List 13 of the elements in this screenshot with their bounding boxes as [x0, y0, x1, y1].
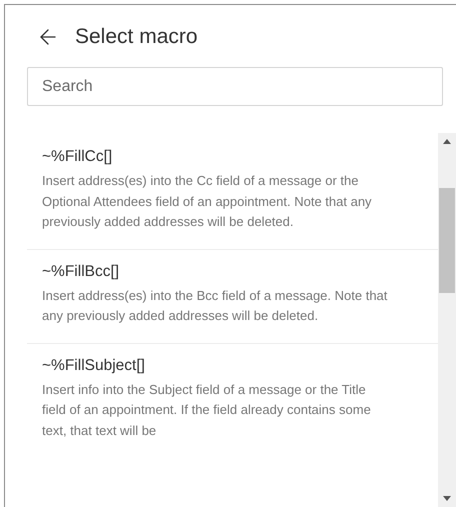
macro-item[interactable]: ~%FillSubject[] Insert info into the Subject field of a message or the Title field of an appointment. If the field already contains some text, that text will be [27, 344, 438, 457]
macro-description: Insert address(es) into the Cc field of a message or the Optional Attendees field of an appointment. Note that any previously added addresses will be deleted. [42, 172, 373, 231]
scrollbar[interactable] [438, 133, 456, 507]
macro-name: ~%FillBcc[] [42, 262, 120, 282]
macro-description: Insert address(es) into the Bcc field of a message. Note that any previously added addresses will be deleted. [42, 286, 388, 325]
macro-description: Insert info into the Subject field of a message or the Title field of an appointment. If the field already contains some text, that text will be [42, 380, 372, 440]
scroll-up-icon[interactable] [443, 139, 451, 144]
page-title: Select macro [75, 24, 198, 50]
macro-name: ~%FillSubject[] [42, 356, 146, 376]
macro-name: ~%FillCc[] [42, 147, 114, 167]
search-field[interactable]: Search [27, 67, 443, 106]
scroll-down-icon[interactable] [443, 496, 451, 501]
scrollbar-thumb[interactable] [439, 188, 455, 293]
